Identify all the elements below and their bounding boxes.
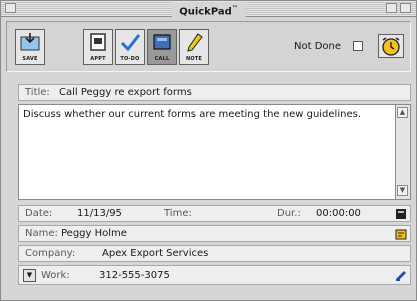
- name-field[interactable]: Peggy Holme: [61, 228, 127, 239]
- phone-type-label: Work:: [41, 270, 70, 281]
- save-button[interactable]: SAVE: [15, 29, 45, 65]
- date-time-row: Date: 11/13/95 Time: Dur.: 00:00:00: [18, 205, 411, 222]
- duration-label: Dur.:: [277, 208, 301, 219]
- company-row: Company: Apex Export Services: [18, 245, 411, 262]
- appt-label: APPT: [90, 56, 106, 62]
- pencil-icon: [187, 33, 203, 52]
- phone-type-dropdown[interactable]: ▼: [23, 269, 36, 282]
- card-file-icon: [395, 229, 407, 240]
- appointment-icon: [90, 33, 106, 51]
- toolbar: SAVE APPT TO-DO CALL NOTE Not Done: [6, 21, 411, 72]
- phone-field[interactable]: 312-555-3075: [99, 270, 170, 281]
- call-icon: [153, 34, 171, 50]
- zoom-box[interactable]: [386, 3, 397, 13]
- date-field[interactable]: 11/13/95: [77, 208, 122, 219]
- name-label: Name:: [25, 228, 58, 239]
- timer-icon: [396, 209, 406, 219]
- date-label: Date:: [25, 208, 53, 219]
- appt-button[interactable]: APPT: [83, 29, 113, 65]
- notes-scrollbar[interactable]: ▲ ▼: [395, 105, 410, 199]
- company-field[interactable]: Apex Export Services: [102, 248, 208, 259]
- collapse-box[interactable]: [400, 3, 411, 13]
- scroll-down-arrow-icon[interactable]: ▼: [397, 185, 408, 196]
- time-field[interactable]: [199, 208, 259, 220]
- close-box[interactable]: [5, 3, 16, 13]
- scroll-up-arrow-icon[interactable]: ▲: [397, 107, 408, 118]
- note-label: NOTE: [185, 56, 203, 62]
- todo-label: TO-DO: [120, 56, 140, 62]
- alarm-button[interactable]: [378, 34, 404, 58]
- window-title: QuickPad™: [171, 2, 246, 19]
- phone-row: ▼ Work: 312-555-3075: [18, 265, 411, 285]
- notes-text: Discuss whether our current forms are me…: [23, 109, 361, 120]
- dial-button[interactable]: [395, 270, 407, 282]
- phone-icon: [395, 270, 407, 282]
- call-label: CALL: [154, 56, 170, 62]
- notes-textarea[interactable]: Discuss whether our current forms are me…: [18, 104, 411, 200]
- title-bar: QuickPad™: [1, 1, 416, 19]
- time-label: Time:: [164, 208, 192, 219]
- save-label: SAVE: [22, 56, 38, 62]
- not-done-label: Not Done: [294, 41, 342, 52]
- alarm-clock-icon: [382, 37, 400, 56]
- todo-button[interactable]: TO-DO: [115, 29, 145, 65]
- save-icon: [20, 33, 40, 51]
- company-label: Company:: [25, 248, 76, 259]
- call-button[interactable]: CALL: [147, 29, 177, 65]
- note-button[interactable]: NOTE: [179, 29, 209, 65]
- timer-button[interactable]: [395, 208, 407, 220]
- title-field-label: Title:: [25, 87, 50, 98]
- title-field-row: Title: Call Peggy re export forms: [18, 84, 411, 101]
- duration-field[interactable]: 00:00:00: [316, 208, 361, 219]
- quickpad-window: QuickPad™ SAVE APPT TO-DO CALL NOTE Not …: [0, 0, 417, 301]
- name-row: Name: Peggy Holme: [18, 225, 411, 242]
- title-field[interactable]: Call Peggy re export forms: [59, 87, 192, 98]
- not-done-checkbox[interactable]: [353, 41, 363, 51]
- contact-lookup-button[interactable]: [395, 228, 407, 240]
- checkmark-icon: [120, 34, 141, 52]
